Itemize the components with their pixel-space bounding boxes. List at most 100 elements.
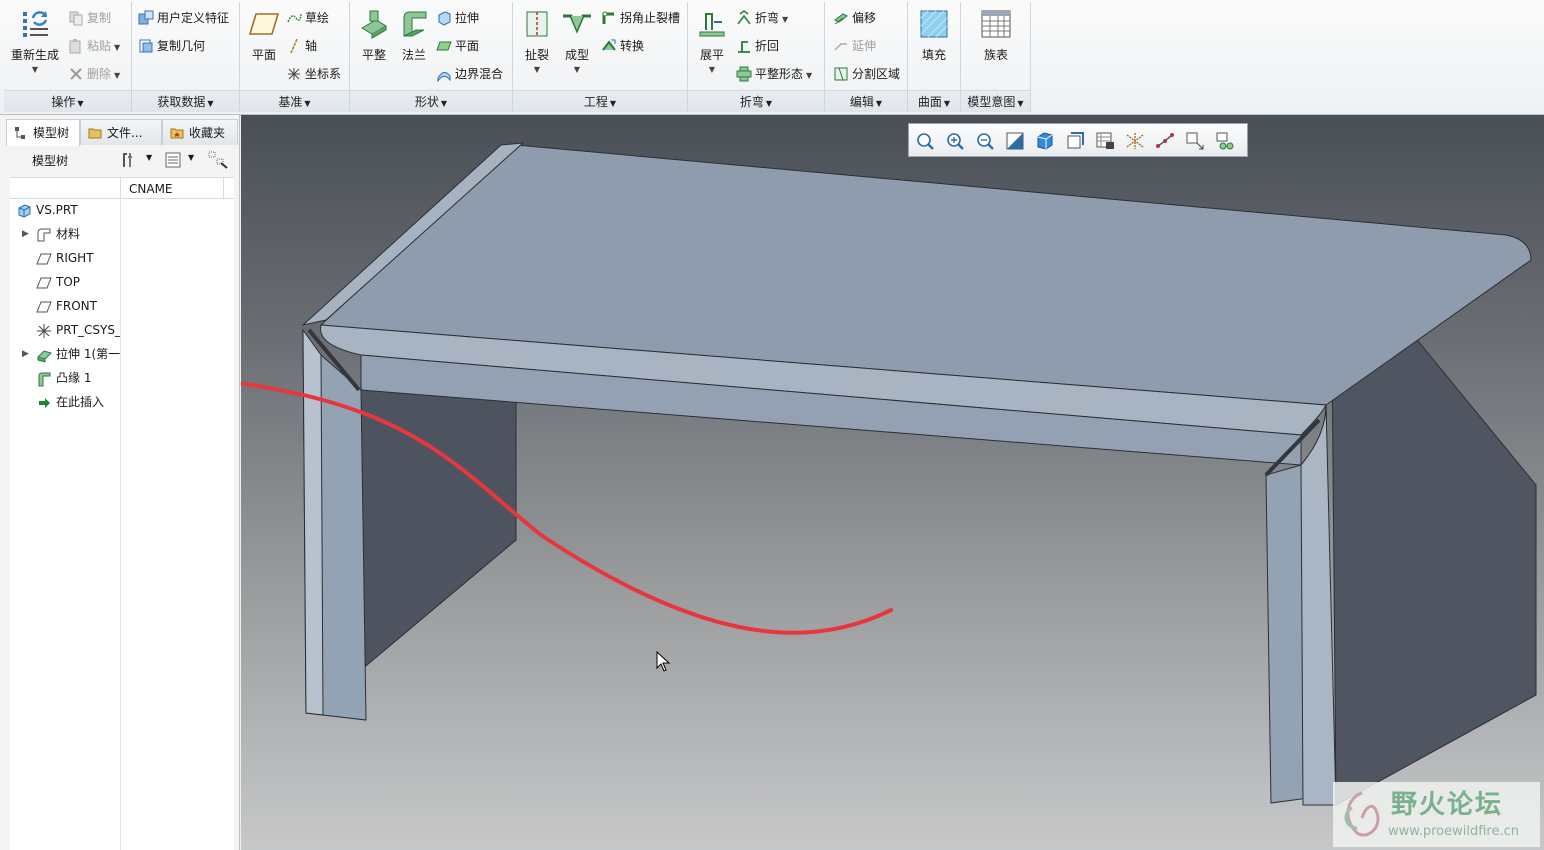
form-button[interactable]: 成型 ▼ <box>553 6 601 84</box>
offset-label: 偏移 <box>852 11 877 25</box>
tab-favorites[interactable]: 收藏夹 <box>162 119 238 145</box>
extrude-button[interactable]: 拉伸 <box>436 8 479 28</box>
sheetmetal-model[interactable] <box>241 115 1544 850</box>
saved-orientations-icon[interactable] <box>1065 131 1085 151</box>
copy-label: 复制 <box>87 11 112 25</box>
group-label-shapes[interactable]: 形状 ▼ <box>350 90 512 112</box>
group-label-datum[interactable]: 基准 ▼ <box>240 90 349 112</box>
datum-plane-icon <box>248 13 280 35</box>
fill-button[interactable]: 填充 <box>910 6 958 84</box>
column-header-cname[interactable]: CNAME <box>120 178 224 200</box>
tree-item-label: RIGHT <box>56 251 94 265</box>
group-label-operations[interactable]: 操作 ▼ <box>4 90 131 112</box>
settings-tools-icon[interactable] <box>120 151 138 169</box>
flat-pattern-button[interactable]: 平整形态 ▼ <box>736 64 812 84</box>
show-list-icon[interactable] <box>164 151 182 169</box>
offset-button[interactable]: 偏移 <box>833 8 876 28</box>
tree-item-material[interactable]: ▶ 材料 <box>10 223 120 245</box>
boundary-blend-button[interactable]: 边界混合 <box>436 64 503 84</box>
datum-display-icon[interactable] <box>1125 131 1145 151</box>
corner-relief-button[interactable]: 拐角止裂槽 <box>601 8 680 28</box>
expand-arrow-icon[interactable]: ▶ <box>22 223 29 245</box>
watermark-url: www.proewildfire.cn <box>1388 824 1519 839</box>
group-model-intent: 族表 模型意图 ▼ <box>961 2 1031 112</box>
tree-filter-icon[interactable] <box>208 151 228 169</box>
chevron-down-icon[interactable]: ▼ <box>782 15 788 24</box>
flat-plane-button[interactable]: 平面 <box>436 36 479 56</box>
regenerate-button[interactable]: 重新生成 ▼ <box>8 6 62 84</box>
extend-button[interactable]: 延伸 <box>833 36 876 56</box>
view-toolbar <box>908 123 1248 157</box>
group-label-model-intent[interactable]: 模型意图 ▼ <box>961 90 1030 112</box>
chevron-down-icon[interactable]: ▼ <box>114 43 120 52</box>
offset-icon <box>834 12 848 24</box>
zoom-in-icon[interactable] <box>945 131 965 151</box>
group-operations: 重新生成 ▼ 复制 粘贴 ▼ 删除 ▼ 操作 ▼ <box>4 2 132 112</box>
csys-button[interactable]: 坐标系 <box>286 64 341 84</box>
paste-button[interactable]: 粘贴 ▼ <box>68 36 120 56</box>
graphics-viewport[interactable]: 野火论坛 www.proewildfire.cn <box>241 115 1544 850</box>
repaint-icon[interactable] <box>1005 131 1025 151</box>
unbend-button[interactable]: 展平 ▼ <box>688 6 736 84</box>
group-label-surface[interactable]: 曲面 ▼ <box>908 90 960 112</box>
group-label-engineering[interactable]: 工程 ▼ <box>513 90 687 112</box>
split-area-button[interactable]: 分割区域 <box>833 64 900 84</box>
tree-item-right[interactable]: RIGHT <box>10 247 120 269</box>
chevron-down-icon[interactable]: ▼ <box>553 65 601 74</box>
group-label-text: 工程 <box>583 95 608 109</box>
axis-button[interactable]: 轴 <box>286 36 317 56</box>
expand-arrow-icon[interactable]: ▶ <box>22 343 29 365</box>
extend-icon <box>834 42 847 51</box>
csys-icon <box>37 324 51 338</box>
tree-item-insert-here[interactable]: 在此插入 <box>10 391 120 413</box>
tree-item-flange[interactable]: 凸缘 1 <box>10 367 120 389</box>
copy-button[interactable]: 复制 <box>68 8 111 28</box>
chevron-down-icon: ▼ <box>1017 99 1024 108</box>
datum-plane-label: 平面 <box>251 48 276 62</box>
refit-icon[interactable] <box>915 131 935 151</box>
ribbon: 重新生成 ▼ 复制 粘贴 ▼ 删除 ▼ 操作 ▼ 用户定义特征 复制几何 获取数据 ▼ … <box>0 0 1544 115</box>
family-table-button[interactable]: 族表 <box>972 6 1020 84</box>
point-display-icon[interactable] <box>1155 131 1175 151</box>
group-label-bend[interactable]: 折弯 ▼ <box>688 90 824 112</box>
annotation-display-icon[interactable] <box>1215 131 1235 151</box>
favorites-icon <box>170 128 184 139</box>
chevron-down-icon[interactable]: ▼ <box>146 153 152 162</box>
tree-item-extrude[interactable]: ▶ 拉伸 1(第一壁) <box>10 343 120 365</box>
tab-model-tree[interactable]: 模型树 <box>6 119 80 146</box>
bend-back-button[interactable]: 折回 <box>736 36 779 56</box>
display-style-icon[interactable] <box>1035 131 1055 151</box>
datum-plane-button[interactable]: 平面 <box>240 6 288 84</box>
fill-label: 填充 <box>921 48 946 62</box>
chevron-down-icon[interactable]: ▼ <box>8 65 62 74</box>
chevron-down-icon[interactable]: ▼ <box>806 71 812 80</box>
chevron-down-icon[interactable]: ▼ <box>114 71 120 80</box>
model-tree-icon <box>15 127 25 139</box>
view-manager-icon[interactable] <box>1095 131 1115 151</box>
sketch-button[interactable]: 草绘 <box>286 8 329 28</box>
group-label-text: 获取数据 <box>157 95 206 109</box>
bend-button[interactable]: 折弯 ▼ <box>736 8 788 28</box>
chevron-down-icon[interactable]: ▼ <box>188 153 194 162</box>
udf-button[interactable]: 用户定义特征 <box>138 8 229 28</box>
csys-display-icon[interactable] <box>1185 131 1205 151</box>
convert-button[interactable]: 转换 <box>601 36 644 56</box>
axis-icon <box>290 38 298 53</box>
group-label-get-data[interactable]: 获取数据 ▼ <box>132 90 239 112</box>
group-label-edit[interactable]: 编辑 ▼ <box>825 90 907 112</box>
delete-button[interactable]: 删除 ▼ <box>68 64 120 84</box>
tree-item-label: 拉伸 1(第一壁) <box>56 347 120 361</box>
tree-item-part[interactable]: VS.PRT <box>10 199 120 221</box>
tree-item-top[interactable]: TOP <box>10 271 120 293</box>
flat-pattern-icon <box>736 66 752 81</box>
tree-item-csys[interactable]: PRT_CSYS_DEF <box>10 319 120 341</box>
insert-here-icon <box>39 398 50 408</box>
tree-item-front[interactable]: FRONT <box>10 295 120 317</box>
zoom-out-icon[interactable] <box>975 131 995 151</box>
chevron-down-icon[interactable]: ▼ <box>688 65 736 74</box>
copy-geometry-button[interactable]: 复制几何 <box>138 36 205 56</box>
group-engineering: 扯裂 ▼ 成型 ▼ 拐角止裂槽 转换 工程 ▼ <box>513 2 688 112</box>
tree-item-label: 材料 <box>56 227 81 241</box>
flange-button[interactable]: 法兰 <box>390 6 438 84</box>
tab-folder-browser[interactable]: 文件... <box>80 119 162 145</box>
